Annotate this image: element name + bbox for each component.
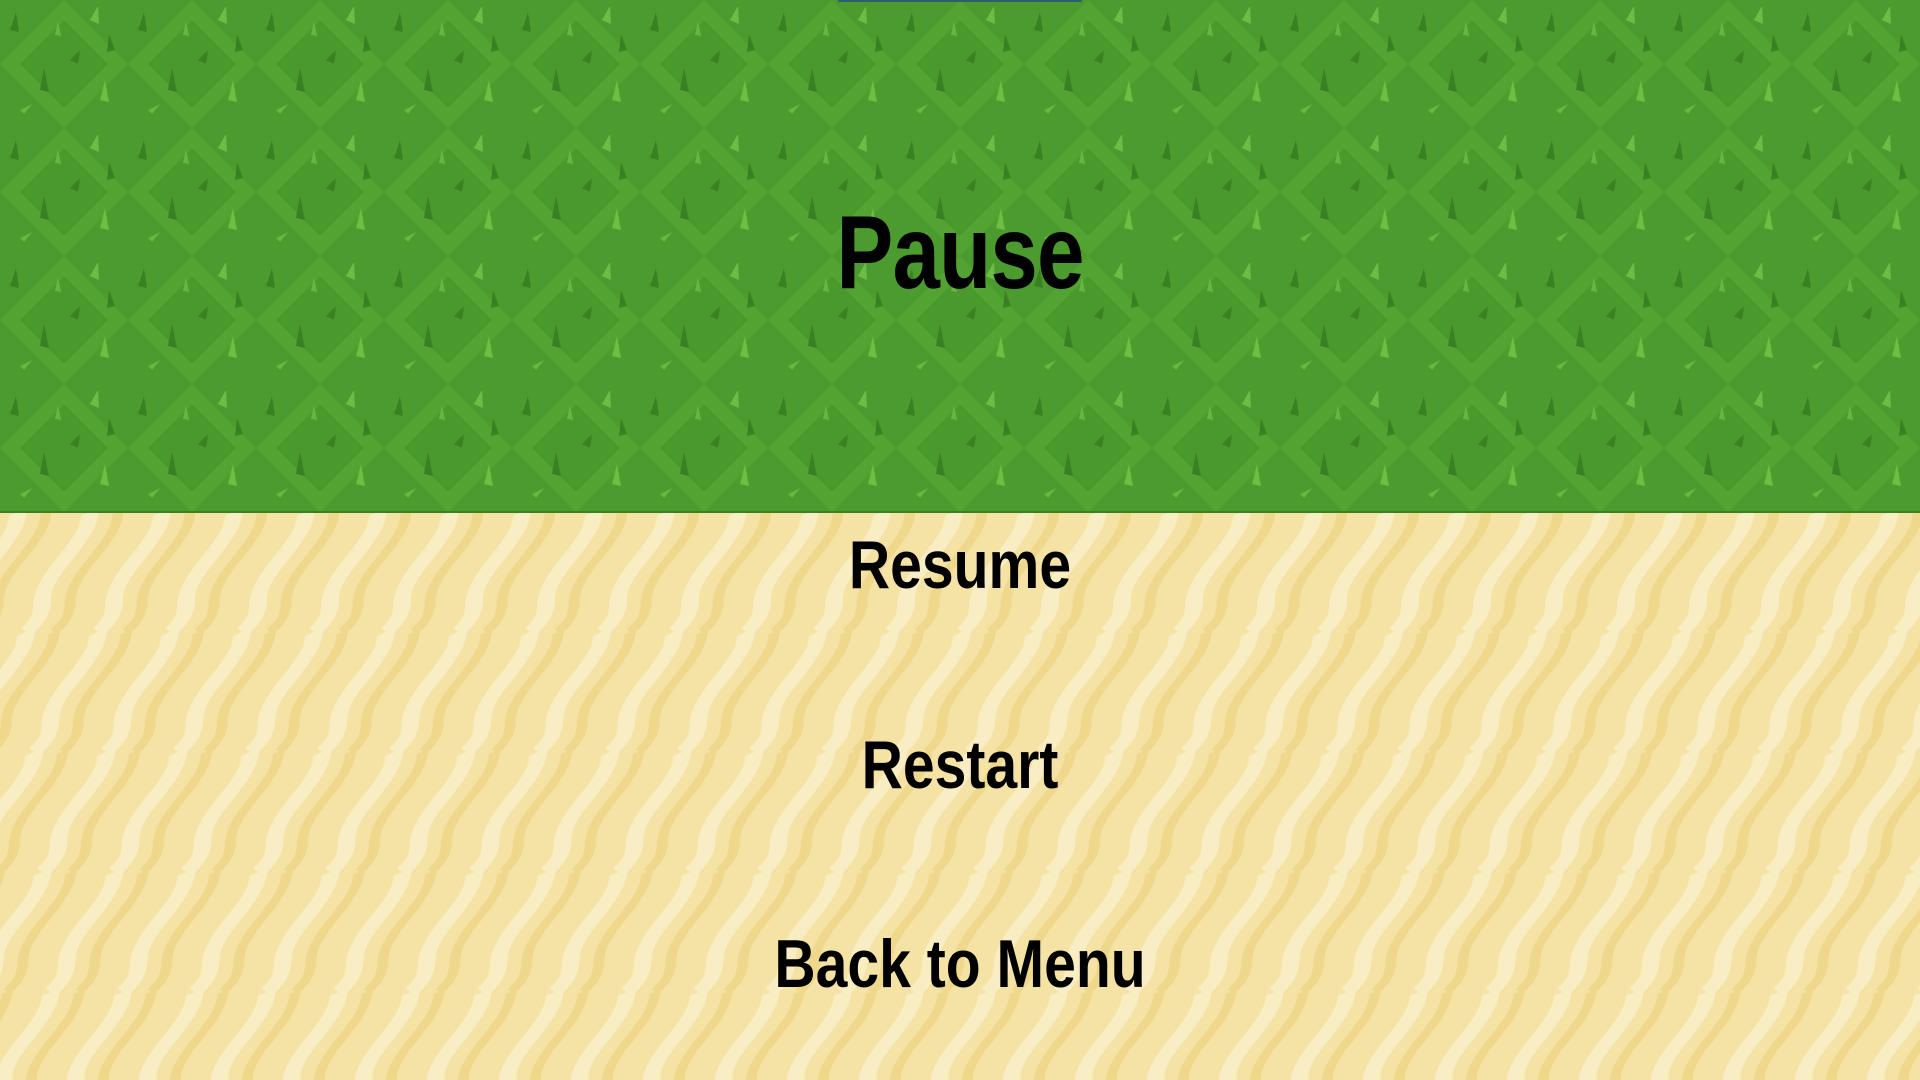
resume-button[interactable]: Resume xyxy=(832,527,1088,603)
panel-divider xyxy=(0,511,1920,513)
restart-button[interactable]: Restart xyxy=(845,727,1075,803)
pause-title: Pause xyxy=(836,195,1084,311)
pause-screen: Pause Resume Restart Back to Menu xyxy=(0,0,1920,1080)
top-strip xyxy=(838,0,1082,2)
back-to-menu-button[interactable]: Back to Menu xyxy=(758,926,1163,1002)
